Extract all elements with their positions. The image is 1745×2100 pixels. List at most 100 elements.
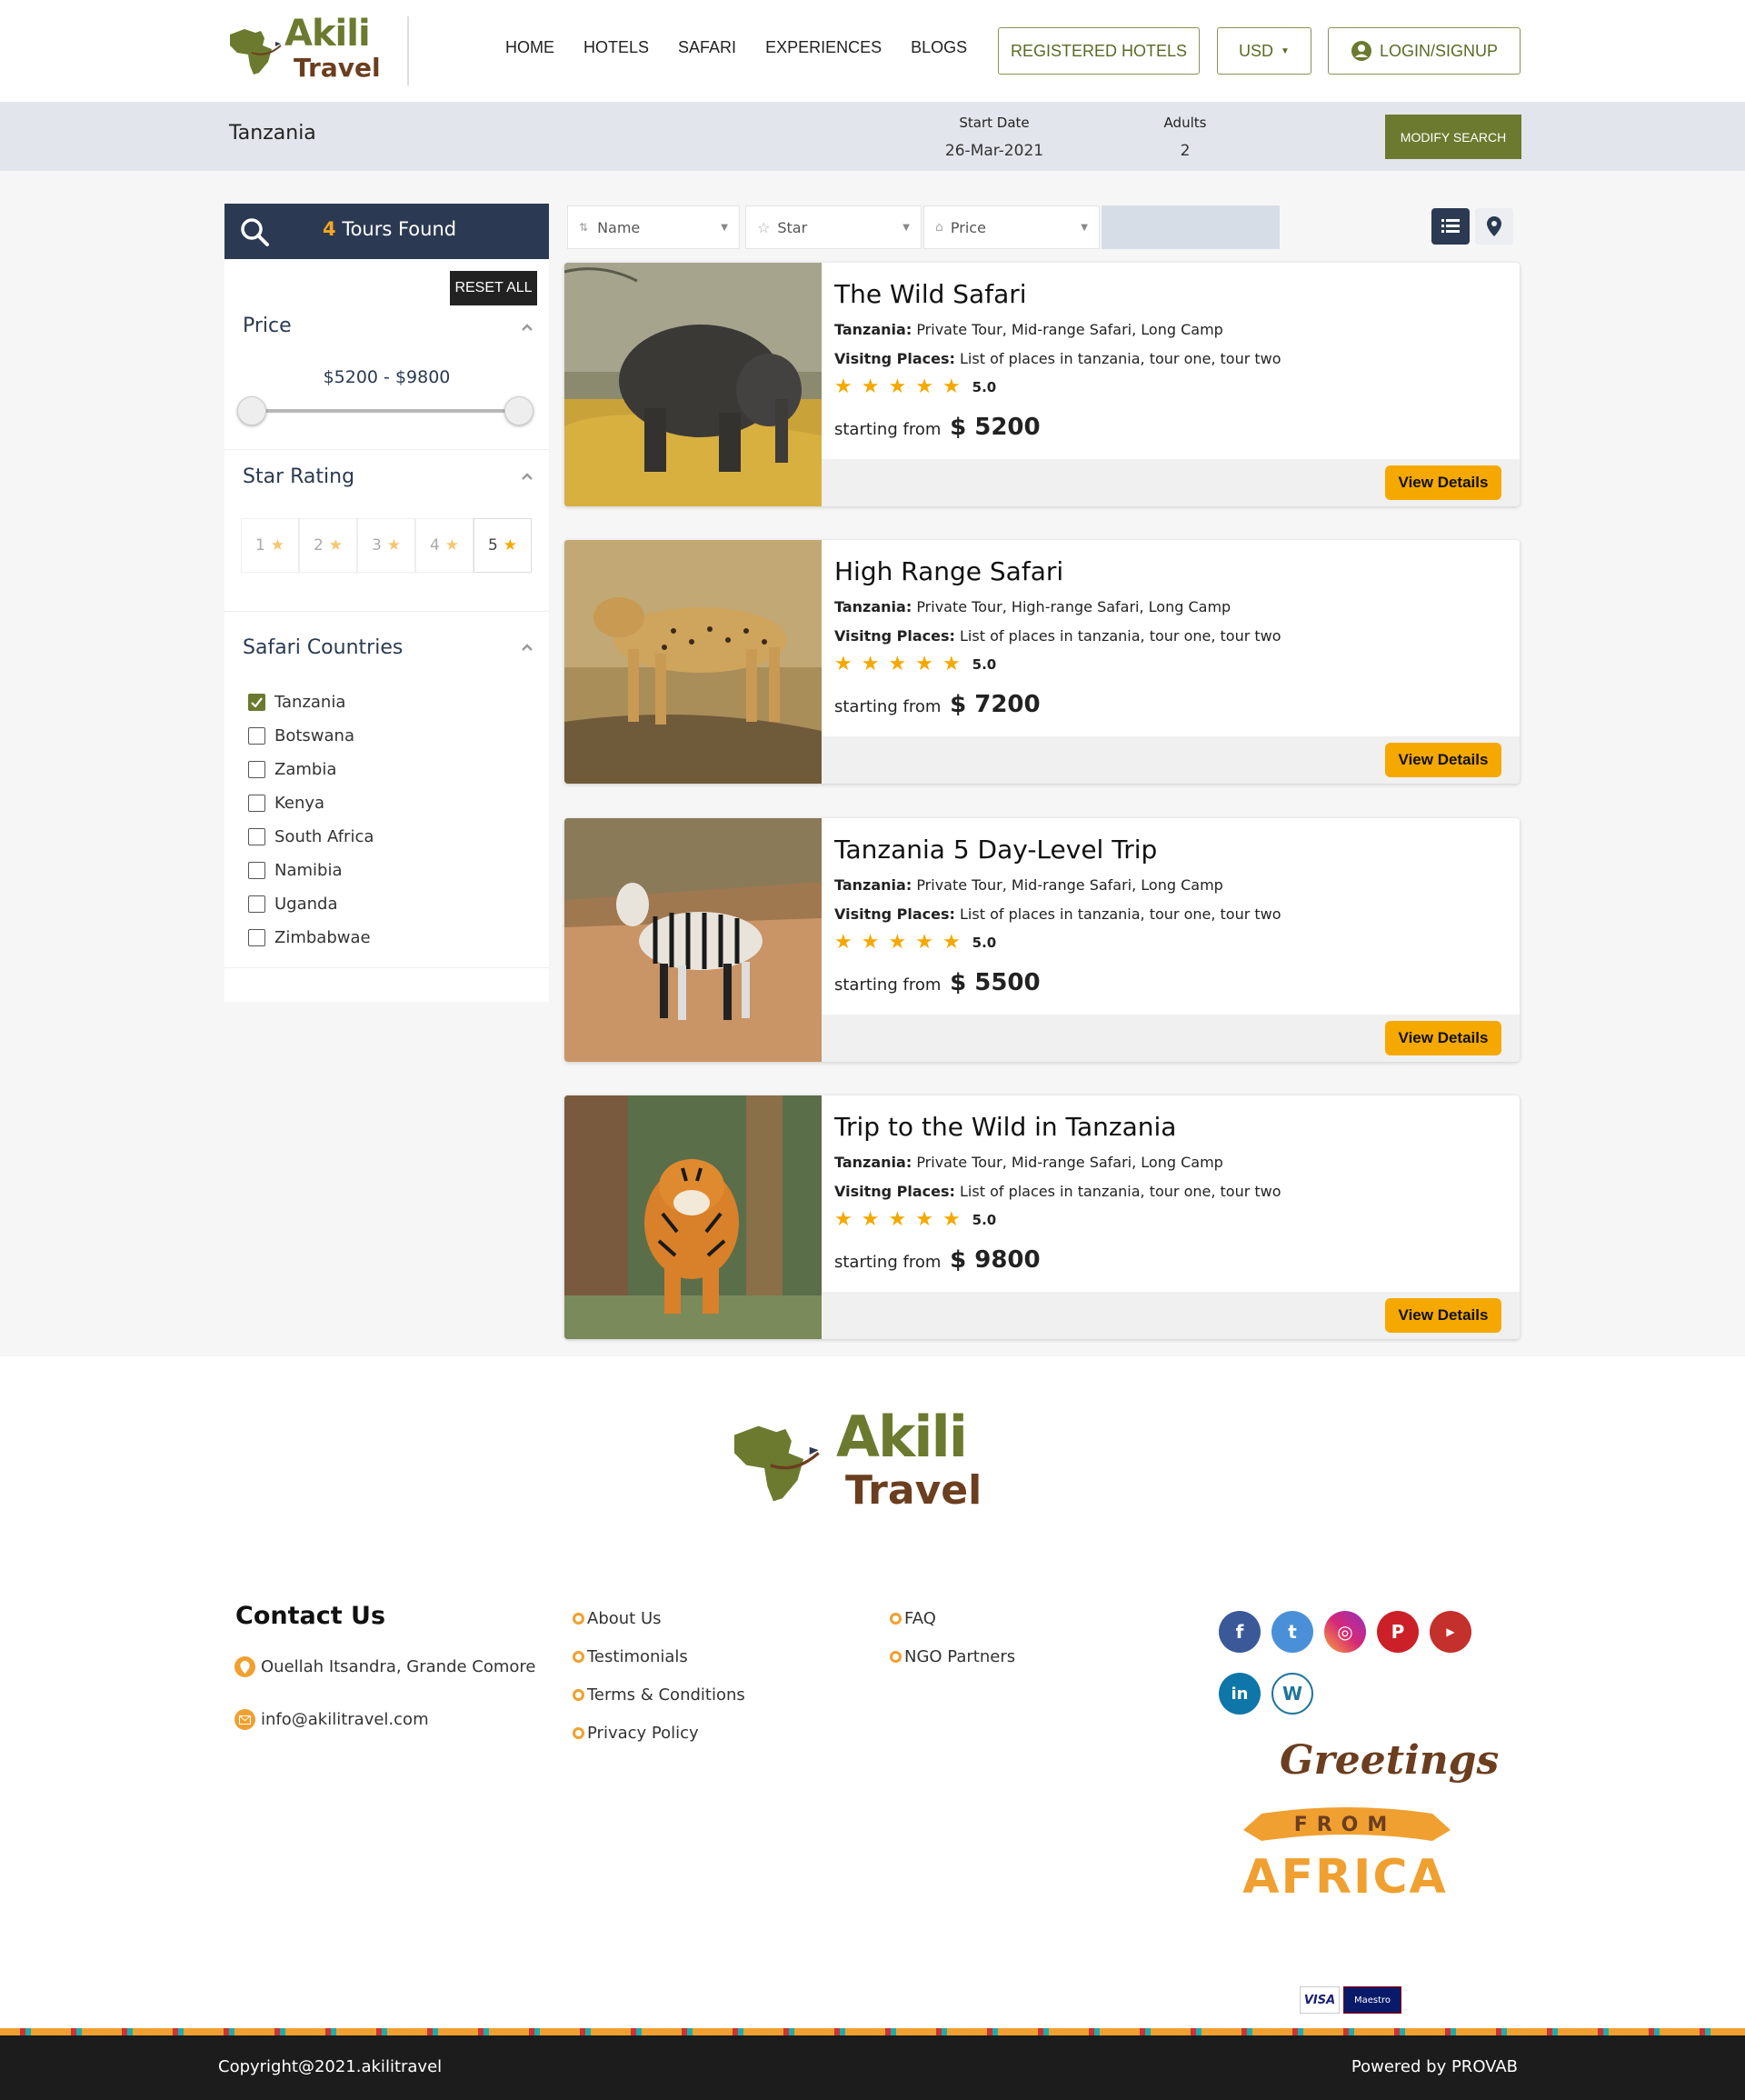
tour-title[interactable]: Trip to the Wild in Tanzania (834, 1112, 1176, 1142)
youtube-icon[interactable]: ▶ (1430, 1611, 1471, 1653)
checkbox-checked[interactable] (248, 694, 265, 711)
decorative-stripe (0, 2028, 1745, 2035)
tour-image-cheetah[interactable] (564, 540, 822, 784)
footer-links-col1: About Us Testimonials Terms & Conditions… (573, 1599, 745, 1752)
chevron-up-icon[interactable] (519, 640, 535, 656)
tour-region: Tanzania: (834, 876, 912, 894)
nav-blogs[interactable]: BLOGS (911, 38, 967, 57)
star-icon: ★ (834, 931, 853, 954)
footer-link-terms[interactable]: Terms & Conditions (573, 1675, 745, 1714)
price-slider-max-handle[interactable] (504, 396, 533, 425)
rating-stars: ★ ★ ★ ★ ★ (834, 1208, 961, 1231)
card-footer: View Details (822, 736, 1520, 784)
currency-label: USD (1239, 41, 1274, 60)
tour-price: starting from $ 9800 (834, 1246, 1041, 1274)
tour-title[interactable]: Tanzania 5 Day-Level Trip (834, 835, 1157, 865)
modify-search-button[interactable]: MODIFY SEARCH (1385, 115, 1521, 159)
checkbox[interactable] (248, 761, 265, 778)
tour-region: Tanzania: (834, 321, 912, 338)
nav-experiences[interactable]: EXPERIENCES (765, 38, 882, 57)
map-view-button[interactable] (1475, 208, 1513, 245)
footer-link-label: About Us (587, 1608, 662, 1628)
tour-image-tiger[interactable] (564, 1095, 822, 1339)
linkedin-icon[interactable]: in (1219, 1673, 1261, 1715)
tour-image-elephant[interactable] (564, 263, 822, 506)
footer-link-label: Privacy Policy (587, 1723, 699, 1743)
address-line: Ouellah Itsandra, Grande Comore (234, 1656, 536, 1677)
star-option-1[interactable]: 1 ★ (241, 518, 299, 573)
country-option[interactable]: Zambia (248, 753, 374, 786)
registered-hotels-button[interactable]: REGISTERED HOTELS (998, 27, 1200, 75)
nav-hotels[interactable]: HOTELS (583, 38, 649, 57)
brand-logo[interactable]: Akili Travel (223, 13, 386, 85)
chevron-up-icon[interactable] (519, 469, 535, 485)
starting-from-label: starting from (834, 420, 942, 439)
star-option-3[interactable]: 3 ★ (357, 518, 415, 573)
twitter-icon[interactable]: t (1271, 1611, 1313, 1653)
tour-title[interactable]: High Range Safari (834, 556, 1063, 586)
list-view-button[interactable] (1431, 208, 1470, 245)
tour-rating: ★ ★ ★ ★ ★ 5.0 (834, 375, 996, 398)
footer-link-testimonials[interactable]: Testimonials (573, 1637, 745, 1675)
country-label: Kenya (274, 794, 325, 813)
view-details-button[interactable]: View Details (1385, 1021, 1501, 1055)
price-amount: $ 5500 (950, 969, 1041, 996)
facebook-icon[interactable]: f (1219, 1611, 1261, 1653)
nav-home[interactable]: HOME (505, 38, 554, 57)
wordpress-icon[interactable]: W (1271, 1673, 1313, 1715)
start-date-value: 26-Mar-2021 (944, 142, 1044, 160)
africa-map-icon (230, 29, 282, 75)
chevron-up-icon[interactable] (519, 320, 535, 336)
view-details-button[interactable]: View Details (1385, 1298, 1501, 1333)
price-amount: $ 9800 (950, 1246, 1041, 1274)
caret-down-icon: ▼ (902, 222, 910, 233)
sort-by-name[interactable]: ⇅ Name ▼ (567, 205, 740, 249)
star-icon: ★ (861, 1208, 880, 1231)
checkbox[interactable] (248, 929, 265, 946)
price-slider-track[interactable] (250, 409, 523, 413)
bullet-icon (573, 1650, 584, 1663)
footer-link-about[interactable]: About Us (573, 1599, 745, 1637)
star-option-2[interactable]: 2 ★ (299, 518, 357, 573)
tour-image-zebra[interactable] (564, 818, 822, 1062)
checkbox[interactable] (248, 795, 265, 812)
country-option[interactable]: Uganda (248, 887, 374, 921)
country-option[interactable]: South Africa (248, 820, 374, 854)
view-details-button[interactable]: View Details (1385, 743, 1501, 777)
currency-dropdown[interactable]: USD ▼ (1217, 27, 1311, 75)
sort-by-star[interactable]: ☆ Star ▼ (745, 205, 922, 249)
adults-label: Adults (1163, 115, 1207, 131)
star-option-5[interactable]: 5 ★ (474, 518, 532, 573)
login-label: LOGIN/SIGNUP (1379, 41, 1499, 60)
view-details-button[interactable]: View Details (1385, 465, 1501, 500)
footer-link-privacy[interactable]: Privacy Policy (573, 1714, 745, 1752)
nav-safari[interactable]: SAFARI (678, 38, 736, 57)
star-icon: ★ (915, 653, 933, 675)
reset-all-button[interactable]: RESET ALL (450, 271, 537, 305)
instagram-icon[interactable]: ◎ (1324, 1611, 1366, 1653)
country-option[interactable]: Zimbabwae (248, 921, 374, 955)
footer-logo[interactable]: Akili Travel (723, 1404, 1014, 1522)
country-option[interactable]: Botswana (248, 719, 374, 753)
pinterest-icon[interactable]: P (1377, 1611, 1419, 1653)
card-footer: View Details (822, 1015, 1520, 1062)
checkbox[interactable] (248, 895, 265, 913)
sort-by-price[interactable]: ⌂ Price ▼ (923, 205, 1100, 249)
country-option[interactable]: Namibia (248, 854, 374, 887)
footer-link-ngo[interactable]: NGO Partners (890, 1637, 1015, 1675)
login-signup-button[interactable]: LOGIN/SIGNUP (1328, 27, 1521, 75)
checkbox[interactable] (248, 828, 265, 845)
tour-title[interactable]: The Wild Safari (834, 279, 1027, 309)
tour-rating: ★ ★ ★ ★ ★ 5.0 (834, 931, 996, 954)
divider (224, 967, 549, 968)
country-option[interactable]: Kenya (248, 786, 374, 820)
footer-link-faq[interactable]: FAQ (890, 1599, 1015, 1637)
checkbox[interactable] (248, 727, 265, 745)
checkbox[interactable] (248, 862, 265, 879)
country-option[interactable]: Tanzania (248, 685, 374, 719)
tour-type: Private Tour, High-range Safari, Long Ca… (916, 598, 1231, 615)
star-option-4[interactable]: 4 ★ (415, 518, 474, 573)
country-label: Tanzania (274, 693, 346, 712)
price-slider-min-handle[interactable] (237, 396, 266, 425)
email-line[interactable]: info@akilitravel.com (234, 1709, 429, 1730)
